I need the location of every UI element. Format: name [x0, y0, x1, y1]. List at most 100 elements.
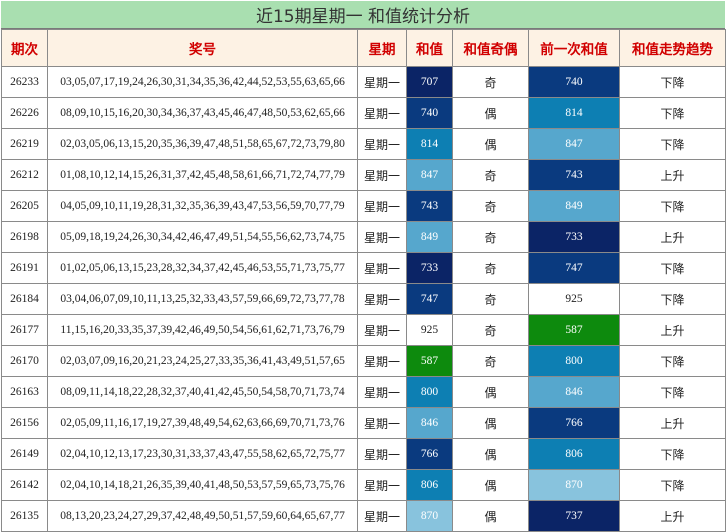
table-row: 26198 05,09,18,19,24,26,30,34,42,46,47,49…	[1, 221, 726, 253]
parity-cell: 奇	[452, 345, 529, 377]
prev-sum-cell: 747	[528, 252, 620, 284]
parity-cell: 偶	[452, 500, 529, 532]
table-header-row: 期次 奖号 星期 和值 和值奇偶 前一次和值 和值走势趋势	[1, 29, 726, 67]
stats-panel: 近15期星期一 和值统计分析 期次 奖号 星期 和值 和值奇偶 前一次和值 和值…	[0, 0, 726, 532]
prev-sum-cell: 925	[528, 283, 620, 315]
weekday-cell: 星期一	[357, 97, 407, 129]
issue-cell: 26142	[1, 469, 48, 501]
trend-cell: 上升	[619, 159, 726, 191]
numbers-cell: 02,03,05,06,13,15,20,35,36,39,47,48,51,5…	[47, 128, 358, 160]
trend-cell: 上升	[619, 314, 726, 346]
sum-cell: 587	[406, 345, 453, 377]
sum-cell: 847	[406, 159, 453, 191]
trend-cell: 下降	[619, 438, 726, 470]
issue-cell: 26226	[1, 97, 48, 129]
parity-cell: 奇	[452, 314, 529, 346]
prev-sum-cell: 587	[528, 314, 620, 346]
issue-cell: 26156	[1, 407, 48, 439]
table-row: 26191 01,02,05,06,13,15,23,28,32,34,37,42…	[1, 252, 726, 284]
weekday-cell: 星期一	[357, 190, 407, 222]
trend-cell: 上升	[619, 221, 726, 253]
sum-cell: 849	[406, 221, 453, 253]
sum-cell: 740	[406, 97, 453, 129]
trend-cell: 下降	[619, 97, 726, 129]
page-title: 近15期星期一 和值统计分析	[1, 1, 725, 29]
sum-cell: 707	[406, 66, 453, 98]
prev-sum-cell: 766	[528, 407, 620, 439]
issue-cell: 26233	[1, 66, 48, 98]
prev-sum-cell: 849	[528, 190, 620, 222]
trend-cell: 下降	[619, 376, 726, 408]
sum-cell: 747	[406, 283, 453, 315]
trend-cell: 上升	[619, 500, 726, 532]
sum-cell: 870	[406, 500, 453, 532]
weekday-cell: 星期一	[357, 345, 407, 377]
parity-cell: 偶	[452, 128, 529, 160]
parity-cell: 奇	[452, 159, 529, 191]
numbers-cell: 05,09,18,19,24,26,30,34,42,46,47,49,51,5…	[47, 221, 358, 253]
issue-cell: 26212	[1, 159, 48, 191]
trend-cell: 下降	[619, 283, 726, 315]
sum-analysis-table: 期次 奖号 星期 和值 和值奇偶 前一次和值 和值走势趋势 26233 03,05…	[1, 29, 726, 532]
parity-cell: 偶	[452, 407, 529, 439]
col-header-issue: 期次	[1, 29, 48, 67]
numbers-cell: 01,08,10,12,14,15,26,31,37,42,45,48,58,6…	[47, 159, 358, 191]
issue-cell: 26198	[1, 221, 48, 253]
numbers-cell: 02,04,10,14,18,21,26,35,39,40,41,48,50,5…	[47, 469, 358, 501]
col-header-parity: 和值奇偶	[452, 29, 529, 67]
prev-sum-cell: 847	[528, 128, 620, 160]
sum-cell: 814	[406, 128, 453, 160]
prev-sum-cell: 814	[528, 97, 620, 129]
weekday-cell: 星期一	[357, 500, 407, 532]
issue-cell: 26163	[1, 376, 48, 408]
prev-sum-cell: 800	[528, 345, 620, 377]
col-header-weekday: 星期	[357, 29, 407, 67]
table-row: 26163 08,09,11,14,18,22,28,32,37,40,41,42…	[1, 376, 726, 408]
table-row: 26142 02,04,10,14,18,21,26,35,39,40,41,48…	[1, 469, 726, 501]
weekday-cell: 星期一	[357, 221, 407, 253]
table-row: 26149 02,04,10,12,13,17,23,30,31,33,37,43…	[1, 438, 726, 470]
issue-cell: 26149	[1, 438, 48, 470]
prev-sum-cell: 846	[528, 376, 620, 408]
sum-cell: 846	[406, 407, 453, 439]
trend-cell: 下降	[619, 190, 726, 222]
weekday-cell: 星期一	[357, 438, 407, 470]
prev-sum-cell: 740	[528, 66, 620, 98]
issue-cell: 26219	[1, 128, 48, 160]
weekday-cell: 星期一	[357, 159, 407, 191]
table-row: 26226 08,09,10,15,16,20,30,34,36,37,43,45…	[1, 97, 726, 129]
col-header-prev-sum: 前一次和值	[528, 29, 620, 67]
col-header-trend: 和值走势趋势	[619, 29, 726, 67]
trend-cell: 下降	[619, 252, 726, 284]
numbers-cell: 01,02,05,06,13,15,23,28,32,34,37,42,45,4…	[47, 252, 358, 284]
table-row: 26184 03,04,06,07,09,10,11,13,25,32,33,43…	[1, 283, 726, 315]
weekday-cell: 星期一	[357, 283, 407, 315]
numbers-cell: 03,05,07,17,19,24,26,30,31,34,35,36,42,4…	[47, 66, 358, 98]
sum-cell: 766	[406, 438, 453, 470]
parity-cell: 奇	[452, 283, 529, 315]
weekday-cell: 星期一	[357, 407, 407, 439]
weekday-cell: 星期一	[357, 128, 407, 160]
table-row: 26156 02,05,09,11,16,17,19,27,39,48,49,54…	[1, 407, 726, 439]
sum-cell: 733	[406, 252, 453, 284]
numbers-cell: 02,03,07,09,16,20,21,23,24,25,27,33,35,3…	[47, 345, 358, 377]
col-header-sum: 和值	[406, 29, 453, 67]
weekday-cell: 星期一	[357, 66, 407, 98]
weekday-cell: 星期一	[357, 376, 407, 408]
table-row: 26212 01,08,10,12,14,15,26,31,37,42,45,48…	[1, 159, 726, 191]
numbers-cell: 04,05,09,10,11,19,28,31,32,35,36,39,43,4…	[47, 190, 358, 222]
numbers-cell: 02,05,09,11,16,17,19,27,39,48,49,54,62,6…	[47, 407, 358, 439]
prev-sum-cell: 743	[528, 159, 620, 191]
prev-sum-cell: 870	[528, 469, 620, 501]
trend-cell: 上升	[619, 407, 726, 439]
issue-cell: 26191	[1, 252, 48, 284]
sum-cell: 743	[406, 190, 453, 222]
weekday-cell: 星期一	[357, 314, 407, 346]
parity-cell: 偶	[452, 438, 529, 470]
parity-cell: 偶	[452, 376, 529, 408]
table-body: 26233 03,05,07,17,19,24,26,30,31,34,35,36…	[1, 66, 726, 532]
numbers-cell: 08,09,10,15,16,20,30,34,36,37,43,45,46,4…	[47, 97, 358, 129]
trend-cell: 下降	[619, 345, 726, 377]
table-row: 26219 02,03,05,06,13,15,20,35,36,39,47,48…	[1, 128, 726, 160]
issue-cell: 26170	[1, 345, 48, 377]
